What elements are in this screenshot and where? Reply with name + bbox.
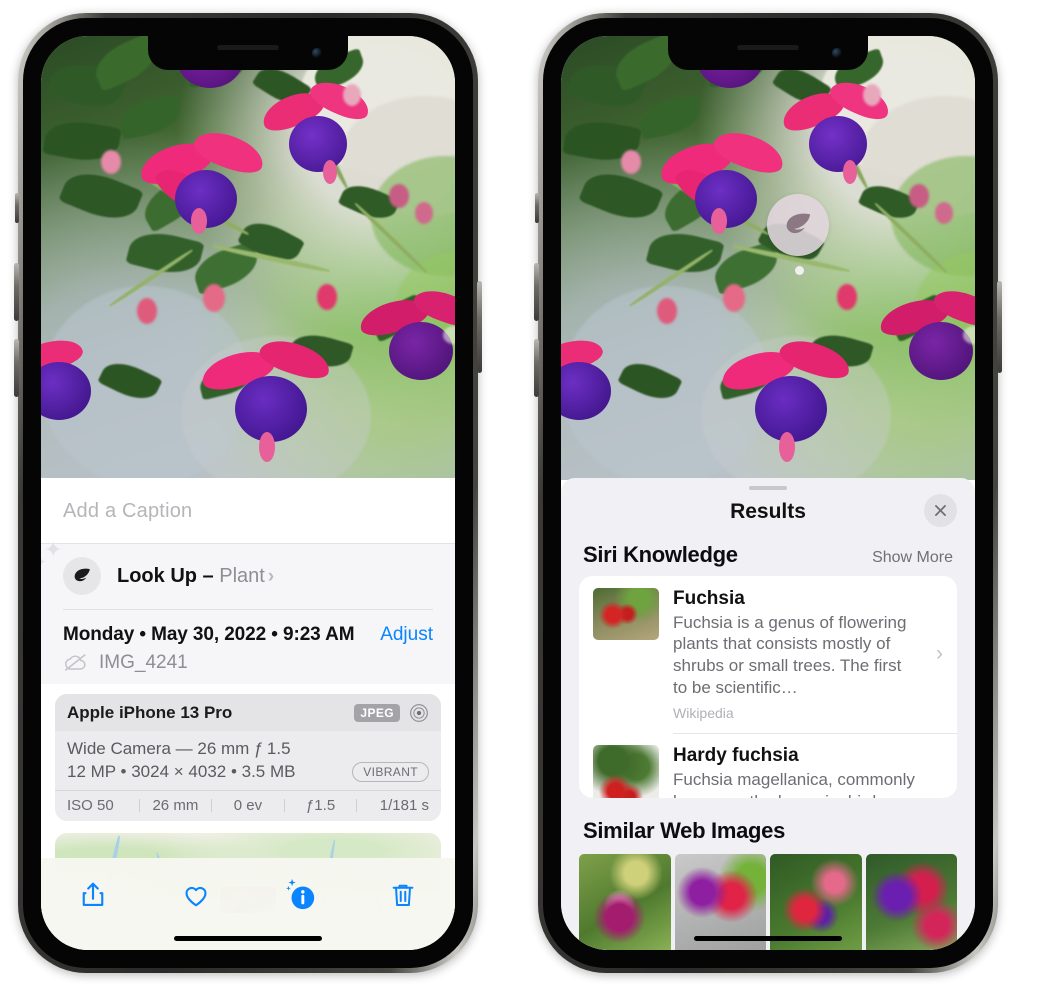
photo-viewer[interactable] — [41, 36, 455, 480]
volume-up-button[interactable] — [534, 263, 539, 321]
side-power-button[interactable] — [997, 281, 1002, 373]
caption-input[interactable]: Add a Caption — [41, 478, 455, 543]
exif-iso: ISO 50 — [67, 796, 114, 814]
share-button[interactable] — [70, 872, 116, 918]
photo-info-sheet: Add a Caption ✦ ✦ Look Up – Plant › Mond… — [41, 478, 455, 950]
leaf-icon — [63, 557, 101, 595]
adjust-date-button[interactable]: Adjust — [380, 624, 433, 646]
show-more-button[interactable]: Show More — [872, 549, 953, 567]
front-camera-icon — [312, 48, 322, 58]
left-phone-device: Add a Caption ✦ ✦ Look Up – Plant › Mond… — [14, 13, 482, 973]
notch — [148, 36, 348, 70]
visual-lookup-leaf-badge[interactable] — [767, 194, 829, 256]
exif-aperture: ƒ1.5 — [305, 796, 336, 814]
exif-shutter-speed: 1/181 s — [379, 796, 429, 814]
earpiece-speaker — [737, 45, 799, 50]
lookup-block: ✦ ✦ Look Up – Plant › — [41, 539, 455, 610]
right-phone-screen: Results Siri Knowledge Show More Fuchsia… — [561, 36, 975, 950]
siri-knowledge-card: Fuchsia Fuchsia is a genus of flowering … — [579, 575, 957, 798]
metadata-block: Monday • May 30, 2022 • 9:23 AM Adjust I… — [41, 609, 455, 684]
close-icon — [935, 504, 946, 516]
left-phone-screen: Add a Caption ✦ ✦ Look Up – Plant › Mond… — [41, 36, 455, 950]
home-indicator[interactable] — [174, 936, 322, 941]
result-description: Fuchsia magellanica, commonly known as t… — [673, 770, 915, 798]
visual-lookup-anchor-dot — [795, 266, 804, 275]
cloud-slash-icon — [63, 653, 89, 672]
result-title: Fuchsia — [673, 587, 745, 609]
mute-switch[interactable] — [15, 193, 19, 223]
lens-info: Wide Camera — 26 mm ƒ 1.5 — [67, 738, 291, 758]
side-power-button[interactable] — [477, 281, 482, 373]
exif-card[interactable]: Apple iPhone 13 Pro JPEG Wide Camera — 2… — [55, 693, 441, 821]
exif-stats-row: ISO 50 26 mm 0 ev ƒ1.5 1/181 s — [55, 789, 441, 821]
format-badge: JPEG — [354, 703, 400, 722]
left-phone-bezel: Add a Caption ✦ ✦ Look Up – Plant › Mond… — [23, 18, 473, 968]
similar-web-images-header: Similar Web Images — [561, 798, 975, 852]
result-description: Fuchsia is a genus of flowering plants t… — [673, 612, 907, 697]
chevron-right-icon: › — [936, 642, 943, 666]
web-image-thumb[interactable] — [865, 854, 957, 950]
siri-knowledge-header: Siri Knowledge Show More — [561, 528, 975, 576]
capture-date: Monday • May 30, 2022 • 9:23 AM — [63, 623, 355, 645]
volume-down-button[interactable] — [534, 339, 539, 397]
earpiece-speaker — [217, 45, 279, 50]
list-item[interactable]: Hardy fuchsia Fuchsia magellanica, commo… — [579, 733, 957, 798]
results-title: Results — [730, 499, 806, 523]
result-source: Wikipedia — [673, 704, 734, 721]
exif-exposure-value: 0 ev — [233, 796, 263, 814]
volume-up-button[interactable] — [14, 263, 19, 321]
file-name: IMG_4241 — [99, 651, 188, 673]
close-button[interactable] — [924, 493, 957, 527]
notch — [668, 36, 868, 70]
results-sheet: Results Siri Knowledge Show More Fuchsia… — [561, 478, 975, 950]
photographic-style-badge: VIBRANT — [352, 761, 429, 782]
screenshot-canvas: Add a Caption ✦ ✦ Look Up – Plant › Mond… — [0, 0, 1055, 985]
list-item[interactable]: Fuchsia Fuchsia is a genus of flowering … — [579, 576, 957, 733]
look-up-subject: Plant — [219, 564, 265, 587]
favorite-button[interactable] — [173, 872, 219, 918]
delete-button[interactable] — [380, 872, 426, 918]
results-header: Results — [561, 490, 975, 528]
look-up-label: Look Up – Plant › — [117, 564, 275, 587]
right-phone-device: Results Siri Knowledge Show More Fuchsia… — [534, 13, 1002, 973]
similar-web-images-title: Similar Web Images — [583, 818, 786, 843]
result-title: Hardy fuchsia — [673, 745, 799, 767]
front-camera-icon — [832, 48, 842, 58]
info-button[interactable] — [277, 872, 323, 918]
sparkle-small-icon: ✦ — [41, 555, 47, 569]
sparkle-icon: ✦ — [44, 537, 63, 562]
result-thumbnail — [593, 587, 659, 640]
mute-switch[interactable] — [535, 193, 539, 223]
siri-knowledge-title: Siri Knowledge — [583, 541, 738, 567]
look-up-plant-row[interactable]: ✦ ✦ Look Up – Plant › — [41, 539, 455, 609]
aperture-icon — [409, 703, 429, 723]
right-phone-bezel: Results Siri Knowledge Show More Fuchsia… — [543, 18, 993, 968]
chevron-right-icon: › — [267, 565, 275, 587]
photo-viewer[interactable] — [561, 36, 975, 480]
exif-focal-length: 26 mm — [152, 796, 199, 814]
device-name: Apple iPhone 13 Pro — [67, 702, 233, 722]
web-image-thumb[interactable] — [579, 854, 671, 950]
home-indicator[interactable] — [694, 936, 842, 941]
volume-down-button[interactable] — [14, 339, 19, 397]
image-size-info: 12 MP • 3024 × 4032 • 3.5 MB — [67, 761, 296, 781]
result-thumbnail — [593, 745, 659, 798]
